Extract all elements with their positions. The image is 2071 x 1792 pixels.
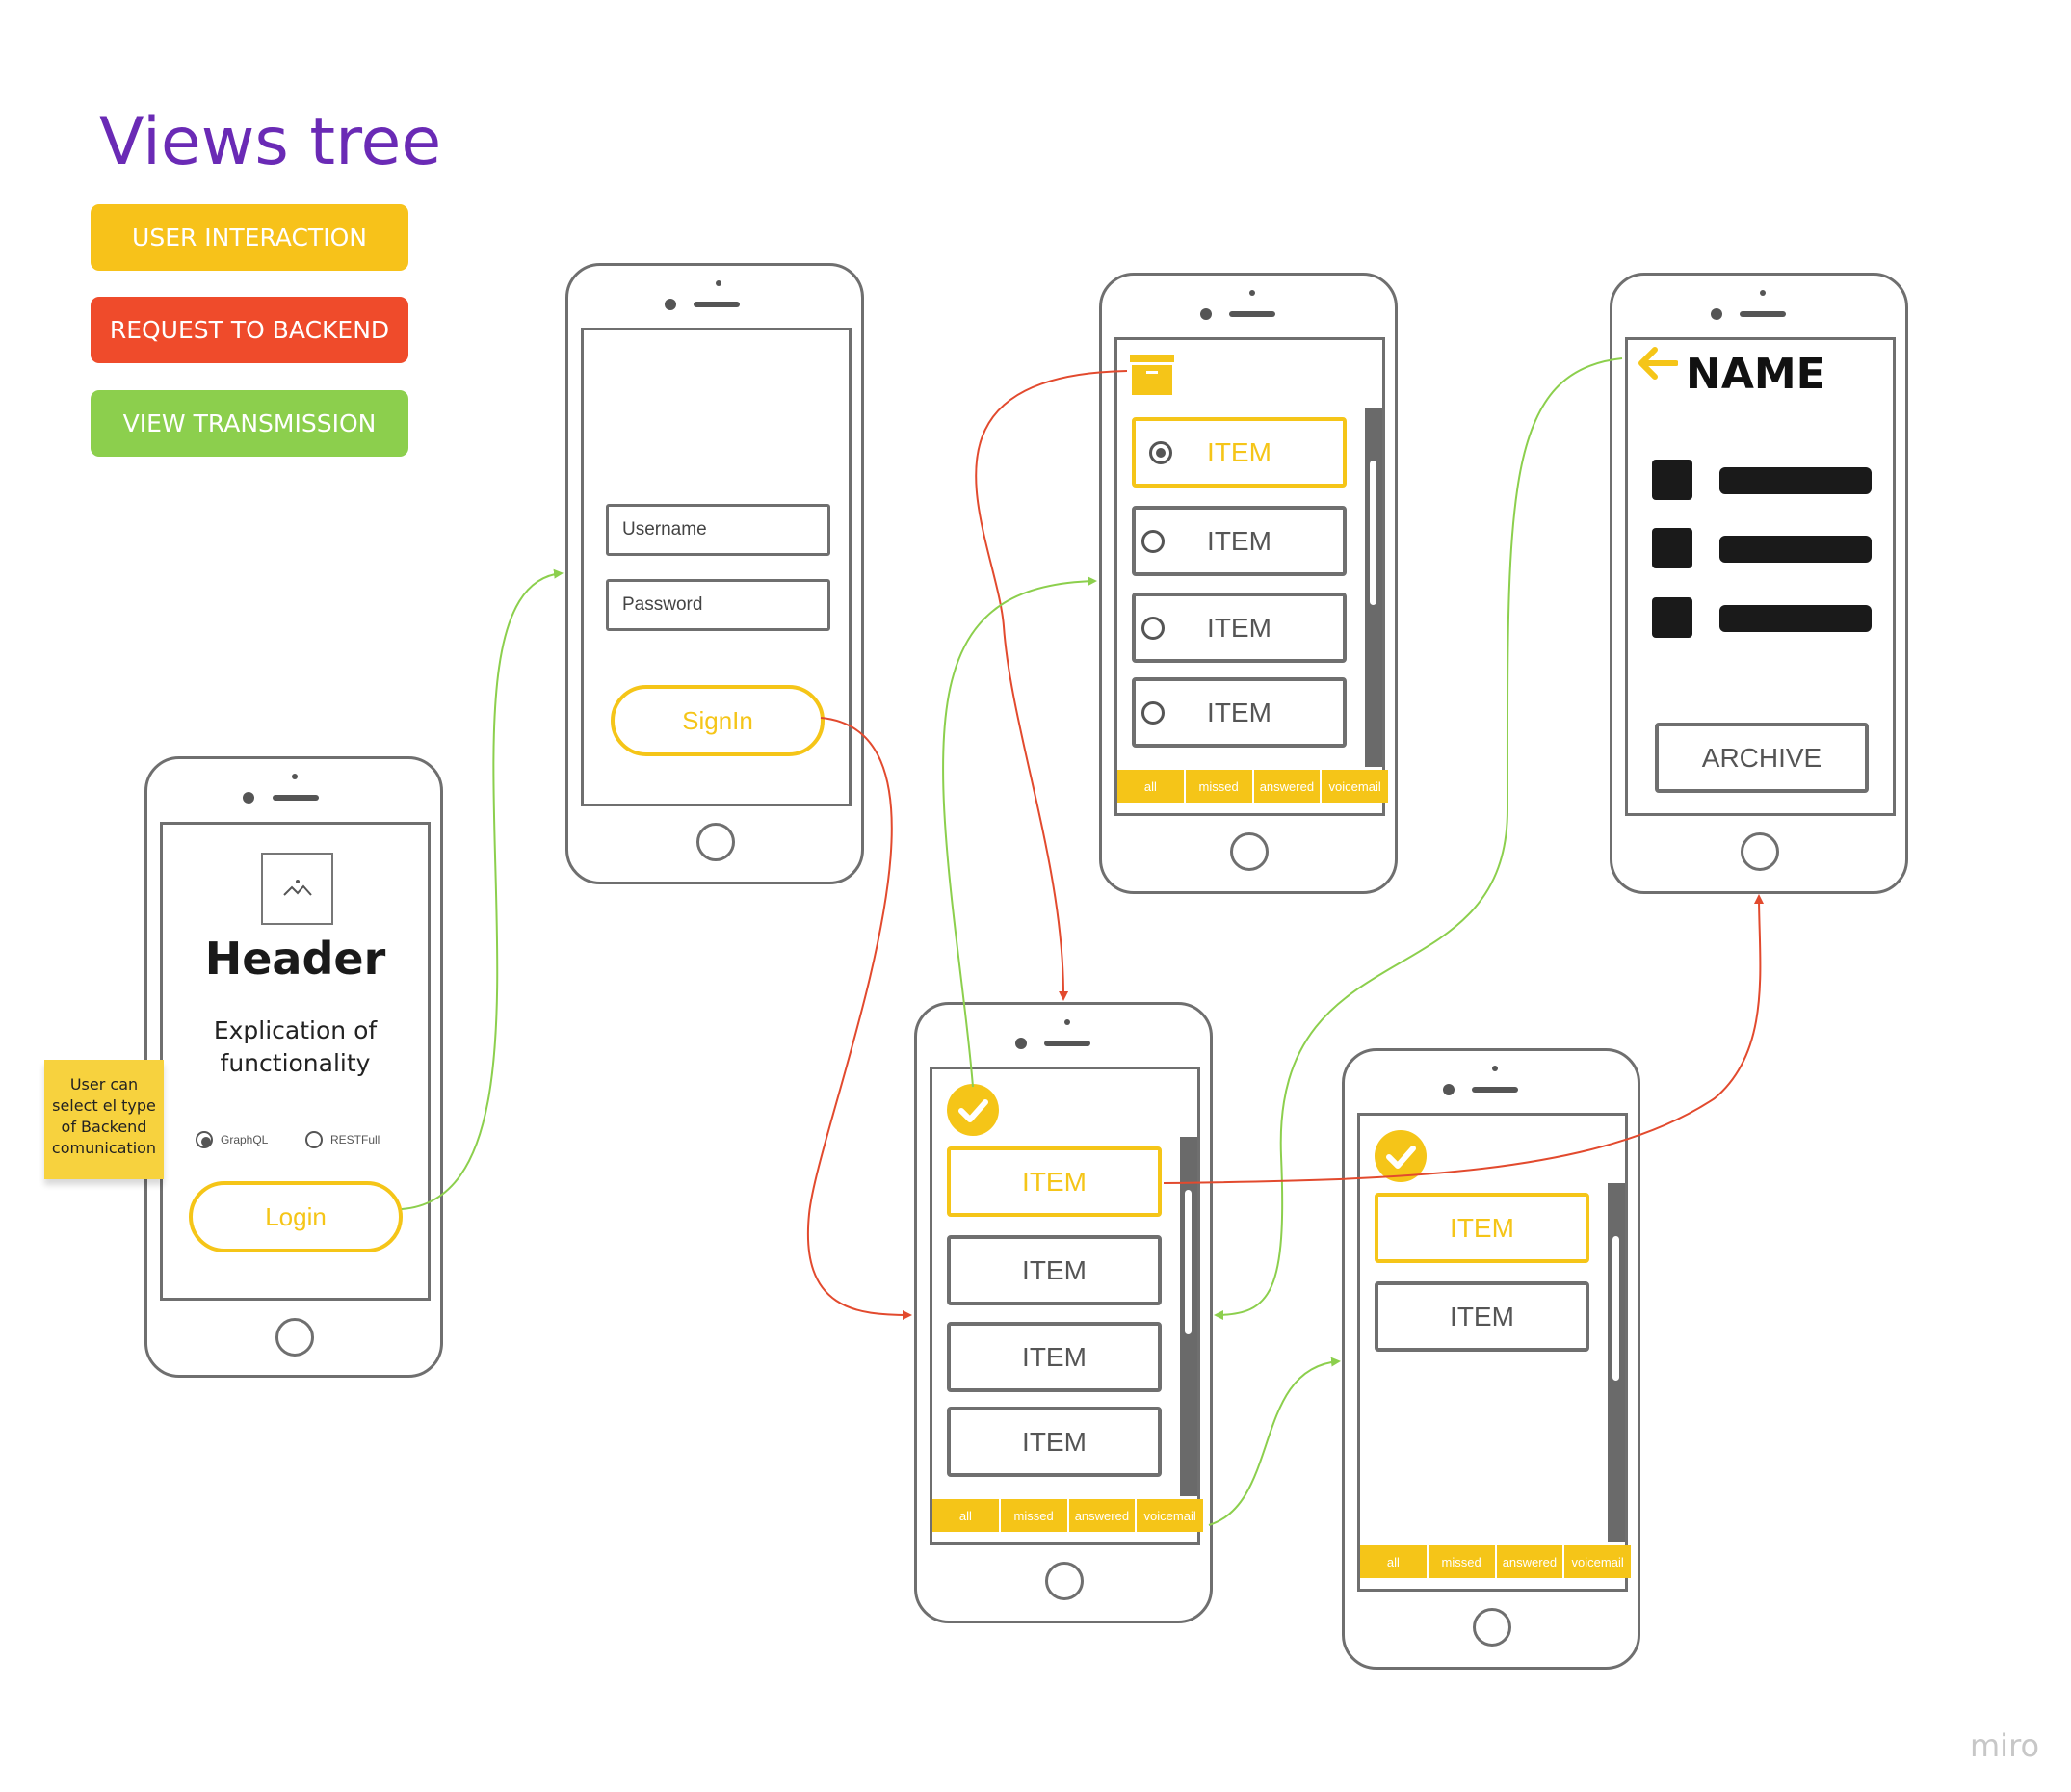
flow-connectors	[401, 357, 1765, 1526]
link-login-to-signin	[401, 568, 564, 1210]
link-signin-to-list	[806, 717, 912, 1320]
miro-watermark: miro	[1970, 1727, 2040, 1764]
link-detail-back-to-list	[1214, 357, 1623, 1320]
link-tab-to-short-list	[1208, 1357, 1341, 1526]
link-list-check-to-radio-list	[942, 576, 1097, 1088]
link-archive-to-list	[975, 370, 1128, 1001]
link-list-item-to-detail	[1163, 894, 1765, 1184]
